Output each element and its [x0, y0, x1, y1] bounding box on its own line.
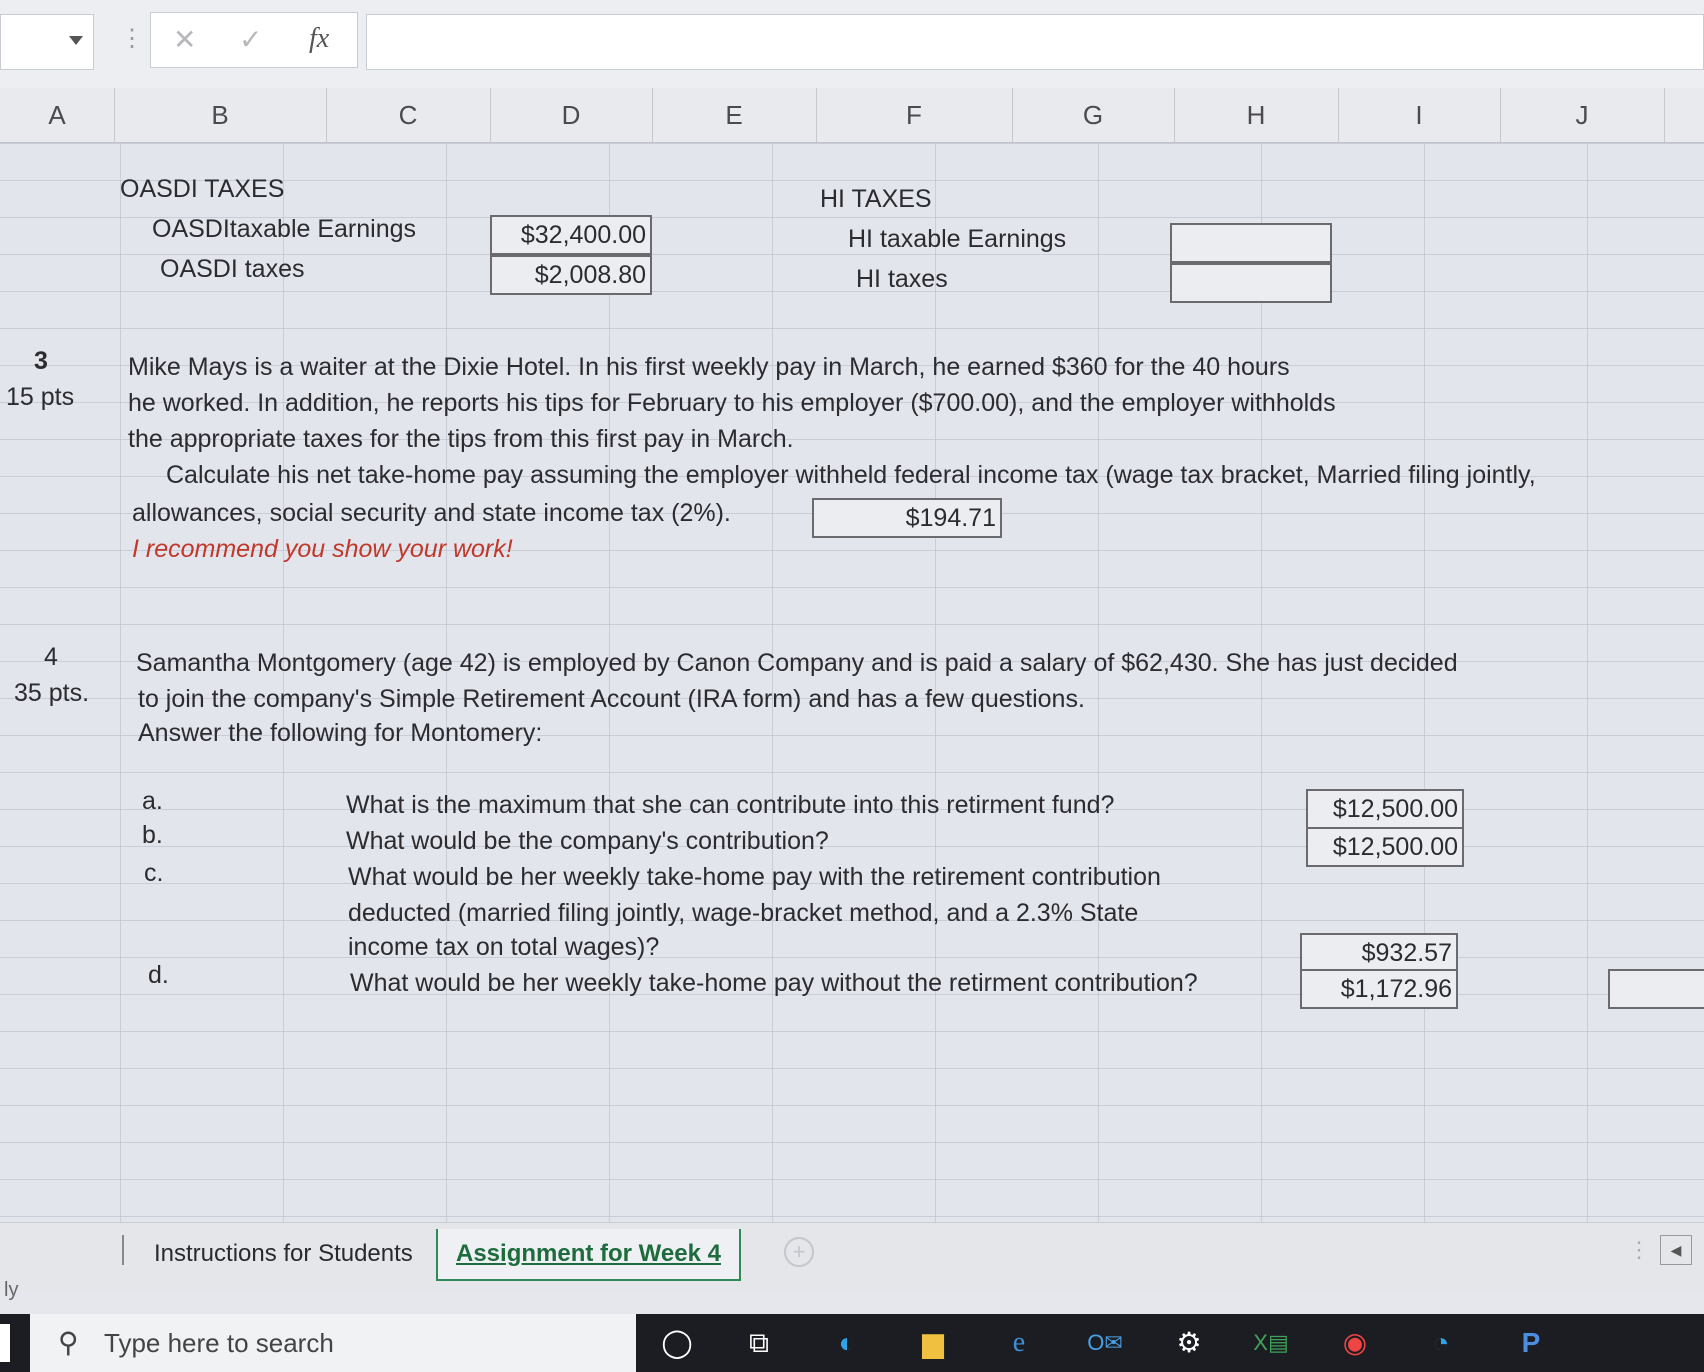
status-text: ly: [4, 1279, 19, 1301]
hi-taxes-label: HI taxes: [856, 265, 948, 293]
question-4a-answer-cell[interactable]: $12,500.00: [1306, 789, 1464, 829]
question-4a-text: What is the maximum that she can contrib…: [346, 791, 1115, 819]
edge-beta-icon[interactable]: ◔: [1420, 1322, 1462, 1364]
tab-divider: [122, 1235, 124, 1265]
oasdi-taxes-cell[interactable]: $2,008.80: [490, 255, 652, 295]
question-4b-label: b.: [142, 821, 163, 849]
question-3-answer-cell[interactable]: $194.71: [812, 498, 1002, 538]
check-icon[interactable]: ✓: [239, 23, 262, 56]
question-4d-answer-cell[interactable]: $1,172.96: [1300, 969, 1458, 1009]
question-4a-label: a.: [142, 787, 163, 815]
taskbar: ⚲ Type here to search ◯ ⧉ ◐ ▆ e O✉ ⚙ X▤ …: [0, 1314, 1704, 1372]
question-4-line-3: Answer the following for Montomery:: [138, 719, 543, 747]
column-header-row: A B C D E F G H I J: [0, 88, 1704, 143]
formula-input[interactable]: [366, 14, 1704, 70]
edge-icon[interactable]: ◐: [826, 1322, 868, 1364]
outlook-icon[interactable]: O✉: [1084, 1322, 1126, 1364]
question-4-points: 35 pts.: [14, 679, 90, 707]
column-header-f[interactable]: F: [816, 88, 1013, 142]
hi-earnings-cell[interactable]: [1170, 223, 1332, 263]
settings-gear-icon[interactable]: ⚙: [1168, 1322, 1210, 1364]
column-header-g[interactable]: G: [1012, 88, 1175, 142]
search-icon: ⚲: [58, 1327, 79, 1358]
add-sheet-icon[interactable]: +: [784, 1237, 814, 1267]
question-4c-answer-cell[interactable]: $932.57: [1300, 933, 1458, 971]
oasdi-earnings-cell[interactable]: $32,400.00: [490, 215, 652, 255]
chrome-icon[interactable]: ◉: [1334, 1322, 1376, 1364]
task-view-icon[interactable]: ⧉: [738, 1322, 780, 1364]
question-4b-answer-cell[interactable]: $12,500.00: [1306, 827, 1464, 867]
question-4-line-2: to join the company's Simple Retirement …: [138, 685, 1085, 713]
excel-icon[interactable]: X▤: [1250, 1322, 1292, 1364]
question-3-line-5: allowances, social security and state in…: [132, 499, 731, 527]
question-4c-text-3: income tax on total wages)?: [348, 933, 660, 961]
column-header-e[interactable]: E: [652, 88, 817, 142]
question-3-line-1: Mike Mays is a waiter at the Dixie Hotel…: [128, 353, 1290, 381]
scroll-left-icon[interactable]: ◀: [1660, 1235, 1692, 1265]
question-3-line-4: Calculate his net take-home pay assuming…: [166, 461, 1536, 489]
question-4c-text-1: What would be her weekly take-home pay w…: [348, 863, 1161, 891]
question-3-line-2: he worked. In addition, he reports his t…: [128, 389, 1336, 417]
formula-buttons: ✕ ✓ fx: [150, 12, 358, 68]
hi-earnings-label: HI taxable Earnings: [848, 225, 1067, 253]
spreadsheet-grid[interactable]: OASDI TAXES OASDItaxable Earnings $32,40…: [0, 143, 1704, 1223]
column-header-d[interactable]: D: [490, 88, 653, 142]
tab-assignment-for-week-4[interactable]: Assignment for Week 4: [436, 1229, 741, 1281]
selected-cell[interactable]: [1608, 969, 1704, 1009]
taskbar-search[interactable]: ⚲ Type here to search: [30, 1314, 636, 1372]
column-header-a[interactable]: A: [0, 88, 115, 142]
column-header-h[interactable]: H: [1174, 88, 1339, 142]
chevron-down-icon[interactable]: [69, 36, 83, 45]
close-icon[interactable]: ✕: [173, 23, 196, 56]
question-3-note: I recommend you show your work!: [132, 535, 513, 563]
more-options-icon[interactable]: ⋮: [120, 24, 144, 53]
hi-header: HI TAXES: [820, 185, 932, 213]
column-header-i[interactable]: I: [1338, 88, 1501, 142]
more-options-icon[interactable]: ⋮: [1628, 1237, 1650, 1263]
cortana-icon[interactable]: ◯: [656, 1322, 698, 1364]
oasdi-taxes-label: OASDI taxes: [160, 255, 305, 283]
question-4-number: 4: [44, 643, 58, 671]
name-box[interactable]: [0, 14, 94, 70]
question-3-line-3: the appropriate taxes for the tips from …: [128, 425, 794, 453]
oasdi-earnings-label: OASDItaxable Earnings: [152, 215, 417, 243]
question-3-number: 3: [34, 347, 48, 375]
sheet-tabs-bar: Instructions for Students Assignment for…: [0, 1222, 1704, 1301]
insert-function-icon[interactable]: fx: [309, 23, 329, 55]
start-edge: [0, 1324, 10, 1362]
formula-bar: ⋮ ✕ ✓ fx: [0, 0, 1704, 89]
internet-explorer-icon[interactable]: e: [998, 1322, 1040, 1364]
tab-instructions-for-students[interactable]: Instructions for Students: [136, 1229, 431, 1279]
hi-taxes-cell[interactable]: [1170, 263, 1332, 303]
question-4-line-1: Samantha Montgomery (age 42) is employed…: [136, 649, 1458, 677]
search-placeholder[interactable]: Type here to search: [104, 1328, 334, 1359]
question-4c-text-2: deducted (married filing jointly, wage-b…: [348, 899, 1139, 927]
column-header-b[interactable]: B: [114, 88, 327, 142]
oasdi-header: OASDI TAXES: [120, 175, 285, 203]
question-3-points: 15 pts: [6, 383, 75, 411]
file-explorer-icon[interactable]: ▆: [912, 1322, 954, 1364]
column-header-j[interactable]: J: [1500, 88, 1665, 142]
question-4c-label: c.: [144, 859, 164, 887]
publisher-icon[interactable]: P: [1510, 1322, 1552, 1364]
question-4d-text: What would be her weekly take-home pay w…: [350, 969, 1198, 997]
question-4b-text: What would be the company's contribution…: [346, 827, 829, 855]
question-4d-label: d.: [148, 961, 169, 989]
column-header-c[interactable]: C: [326, 88, 491, 142]
